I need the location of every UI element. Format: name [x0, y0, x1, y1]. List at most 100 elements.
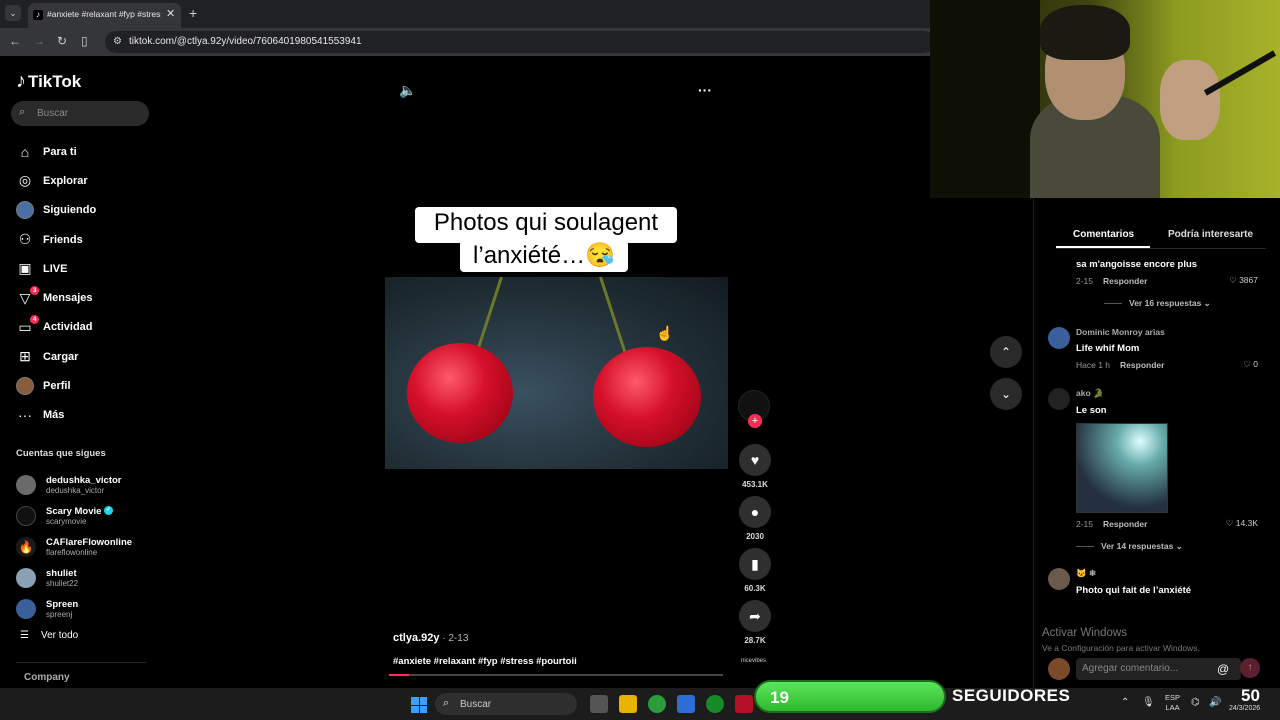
next-video-button[interactable]: ⌄ — [990, 378, 1022, 410]
previous-video-button[interactable]: ⌃ — [990, 336, 1022, 368]
sidebar-item-perfil[interactable]: Perfil — [16, 371, 156, 400]
sidebar-item-para-ti[interactable]: ⌂ Para ti — [16, 137, 156, 166]
mention-icon[interactable]: @ — [1217, 662, 1229, 676]
like-count: 453.1K — [742, 480, 768, 489]
split-view-icon[interactable]: ▯ — [81, 34, 88, 48]
save-action[interactable]: ▮ 60.3K — [738, 548, 772, 594]
chrome-icon[interactable] — [648, 695, 666, 713]
see-all-button[interactable]: ☰ Ver todo — [20, 630, 78, 641]
search-icon: ⌕ — [443, 697, 450, 709]
share-action[interactable]: ➦ 28.7K — [738, 600, 772, 646]
task-view-icon[interactable] — [590, 695, 608, 713]
avatar[interactable] — [1048, 327, 1070, 349]
volume-icon[interactable]: 🔊 — [1209, 697, 1221, 708]
sidebar-item-explorar[interactable]: ◎ Explorar — [16, 166, 156, 195]
volume-icon[interactable]: 🔈 — [399, 82, 416, 99]
store-icon[interactable] — [677, 695, 695, 713]
comment-likes[interactable]: ♡ 0 — [1243, 359, 1258, 370]
following-username: flareflowonline — [46, 547, 98, 557]
following-item[interactable]: Spreen spreenɉ — [16, 593, 156, 624]
following-item[interactable]: shuliet shuliet22 — [16, 562, 156, 593]
tab-comentarios[interactable]: Comentarios — [1073, 229, 1134, 240]
avatar — [16, 567, 36, 588]
reload-icon[interactable]: ↻ — [57, 34, 67, 48]
microphone-icon[interactable]: 🎙 — [1142, 697, 1155, 708]
new-tab-button[interactable]: + — [189, 5, 197, 21]
back-icon[interactable]: ← — [9, 34, 21, 48]
comment-item: 🐱 ❄ Photo qui fait de l’anxiété — [1048, 568, 1258, 596]
tab-podria-interesarte[interactable]: Podría interesarte — [1168, 229, 1253, 240]
sidebar-item-mas[interactable]: ··· Más — [16, 401, 156, 430]
video-progress-bar[interactable] — [389, 674, 723, 676]
xbox-icon[interactable] — [706, 695, 724, 713]
taskbar-date[interactable]: 24/3/2026 — [1229, 705, 1260, 712]
file-explorer-icon[interactable] — [619, 695, 637, 713]
reply-button[interactable]: Responder — [1103, 519, 1147, 529]
sidebar-item-mensajes[interactable]: ▽ 3 Mensajes — [16, 283, 156, 312]
share-icon[interactable]: ➦ — [739, 600, 771, 632]
following-item[interactable]: Scary Movie ✓ scarymovie — [16, 500, 156, 531]
address-bar[interactable]: ⚙ tiktok.com/@ctlya.92y/video/7606401980… — [105, 31, 935, 53]
following-item[interactable]: dedushka_victor dedushka_victor — [16, 469, 156, 500]
url-text: tiktok.com/@ctlya.92y/video/760640198054… — [129, 36, 362, 47]
taskbar-search[interactable]: ⌕ Buscar — [435, 693, 577, 715]
video-hashtags[interactable]: #anxiete #relaxant #fyp #stress #pourtoi… — [393, 656, 577, 667]
comment-username[interactable]: ako 🐊 — [1076, 388, 1258, 399]
app-icon[interactable] — [735, 695, 753, 713]
comment-text: Le son — [1076, 405, 1107, 416]
avatar[interactable] — [1048, 568, 1070, 590]
site-info-icon[interactable]: ⚙ — [113, 36, 122, 47]
like-action[interactable]: ♥ 453.1K — [738, 444, 772, 490]
reply-button[interactable]: Responder — [1103, 276, 1147, 286]
video-author[interactable]: ctlya.92y · 2-13 — [393, 632, 468, 644]
view-replies-button[interactable]: Ver 16 respuestas ⌄ — [1104, 298, 1258, 309]
comment-likes[interactable]: ♡ 14.3K — [1226, 518, 1258, 529]
comment-image[interactable] — [1076, 423, 1168, 513]
see-all-label: Ver todo — [40, 630, 79, 641]
tiktok-logo[interactable]: ♪ TikTok — [16, 70, 81, 93]
windows-start-icon[interactable] — [411, 697, 427, 713]
video-date: 2-13 — [448, 633, 469, 644]
more-options-icon[interactable]: ··· — [698, 82, 712, 98]
comment-meta: 2-15 Responder ♡ 3867 — [1076, 275, 1258, 286]
sidebar-item-live[interactable]: ▣ LIVE — [16, 254, 156, 283]
comment-action[interactable]: ● 2030 — [738, 496, 772, 542]
comment-icon[interactable]: ● — [739, 496, 771, 528]
comment-input[interactable]: Agregar comentario... @ ☺ — [1076, 658, 1250, 680]
bookmark-icon[interactable]: ▮ — [739, 548, 771, 580]
sidebar-item-actividad[interactable]: ▭ 4 Actividad — [16, 313, 156, 342]
cherry-right — [593, 347, 701, 447]
follow-plus-icon[interactable]: + — [748, 414, 762, 428]
forward-icon[interactable]: → — [33, 34, 45, 48]
music-label[interactable]: nicevibes — [741, 658, 766, 664]
tray-chevron-icon[interactable]: ⌃ — [1121, 697, 1129, 708]
comments-list: sa m'angoisse encore plus 2-15 Responder… — [1048, 259, 1258, 596]
comment-text: Life whif Mom — [1076, 343, 1140, 354]
tab-search-button[interactable]: ⌄ — [5, 5, 21, 21]
notification-badge: 4 — [30, 315, 39, 325]
creator-avatar[interactable]: + — [738, 390, 770, 428]
view-replies-button[interactable]: Ver 14 respuestas ⌄ — [1076, 541, 1258, 552]
close-icon[interactable]: ✕ — [166, 7, 175, 20]
sidebar-item-cargar[interactable]: ⊞ Cargar — [16, 342, 156, 371]
network-icon[interactable]: ⌬ — [1191, 697, 1200, 708]
search-input[interactable]: ⌕ Buscar — [11, 101, 149, 126]
friends-icon: ⚇ — [18, 231, 32, 248]
heart-icon[interactable]: ♥ — [739, 444, 771, 476]
send-icon[interactable]: ↑ — [1240, 658, 1260, 678]
comment-likes[interactable]: ♡ 3867 — [1229, 275, 1258, 286]
sidebar-item-friends[interactable]: ⚇ Friends — [16, 225, 156, 254]
cherry-stem — [599, 277, 627, 354]
following-item[interactable]: 🔥 CAFlareFlowonline flareflowonline — [16, 531, 156, 562]
reply-button[interactable]: Responder — [1120, 360, 1164, 370]
browser-tab[interactable]: ♪ #anxiete #relaxant #fyp #stress ✕ — [28, 3, 181, 28]
follower-goal-overlay: 19 SEGUIDORES — [754, 680, 1080, 713]
company-link[interactable]: Company — [24, 672, 70, 683]
webcam-hand — [1160, 60, 1220, 140]
comment-username[interactable]: Dominic Monroy arias — [1076, 327, 1258, 337]
language-indicator[interactable]: ESP LAA — [1165, 693, 1180, 713]
video-frame[interactable] — [385, 277, 728, 469]
sidebar-item-siguiendo[interactable]: Siguiendo — [16, 196, 156, 225]
comment-username[interactable]: 🐱 ❄ — [1076, 568, 1258, 579]
avatar[interactable] — [1048, 388, 1070, 410]
